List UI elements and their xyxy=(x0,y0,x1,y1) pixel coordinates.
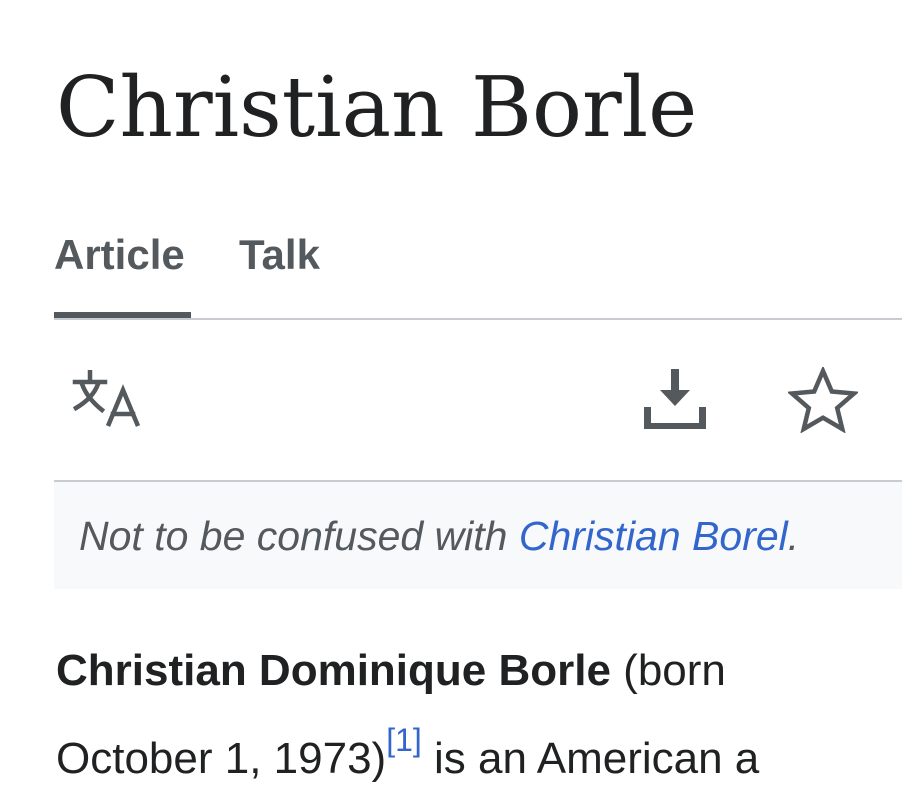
tab-article[interactable]: Article xyxy=(54,226,191,318)
star-icon[interactable] xyxy=(788,367,858,433)
subject-name: Christian Dominique Borle xyxy=(56,646,611,695)
hatnote: Not to be confused with Christian Borel. xyxy=(54,480,902,589)
lead-line-2: October 1, 1973)[1] is an American a xyxy=(56,715,902,803)
page-title: Christian Borle xyxy=(56,59,698,156)
page-tabs: Article Talk xyxy=(54,226,902,320)
hatnote-prefix: Not to be confused with xyxy=(79,513,519,559)
language-translate-icon[interactable] xyxy=(72,370,146,430)
lead-paragraph: Christian Dominique Borle (born October … xyxy=(56,627,902,803)
birth-date: October 1, 1973) xyxy=(56,734,387,783)
reference-link[interactable]: [1] xyxy=(386,722,422,758)
lead-line-1: Christian Dominique Borle (born xyxy=(56,627,902,715)
born-text: (born xyxy=(610,646,726,695)
hatnote-suffix: . xyxy=(787,513,800,559)
tab-talk[interactable]: Talk xyxy=(239,226,320,316)
lead-continuation: is an American a xyxy=(421,734,760,783)
hatnote-link[interactable]: Christian Borel xyxy=(519,513,788,559)
download-icon[interactable] xyxy=(640,366,710,432)
hatnote-text: Not to be confused with Christian Borel. xyxy=(79,512,799,560)
